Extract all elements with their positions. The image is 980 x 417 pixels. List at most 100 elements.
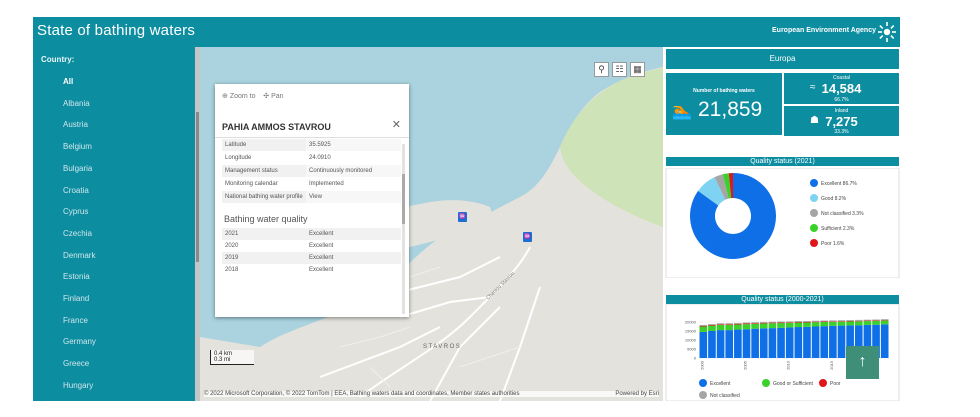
map-view[interactable]: ⚲ ☷ ▦ ♒ ♒ STAVROS ⊕ Zoom to ✣ Pan PAHIA … bbox=[200, 47, 663, 401]
total-value: 21,859 bbox=[698, 98, 763, 121]
bar-segment bbox=[829, 321, 837, 322]
sidebar-scrollbar-thumb[interactable] bbox=[196, 112, 199, 262]
sidebar-item-country[interactable]: Finland bbox=[63, 294, 89, 303]
sidebar-item-country[interactable]: Bulgaria bbox=[63, 164, 92, 173]
property-row: Management status Continuously monitored bbox=[222, 165, 401, 178]
bar-segment bbox=[777, 322, 785, 324]
y-tick-label: 10000 bbox=[685, 338, 697, 343]
legend-swatch bbox=[810, 194, 818, 202]
sidebar-item-country[interactable]: Austria bbox=[63, 120, 88, 129]
property-value: Continuously monitored bbox=[306, 165, 401, 177]
bar-segment bbox=[699, 324, 708, 326]
bar-segment bbox=[768, 323, 777, 329]
sidebar-item-country[interactable]: Belgium bbox=[63, 142, 92, 151]
sidebar-item-country[interactable]: Hungary bbox=[63, 381, 93, 390]
sidebar-item-country[interactable]: Croatia bbox=[63, 186, 89, 195]
scale-bar: 0.4 km 0.3 mi bbox=[210, 350, 254, 365]
quality-row: 2020 Excellent bbox=[222, 240, 401, 252]
bar-segment bbox=[725, 324, 734, 325]
property-row: National bathing water profile View bbox=[222, 191, 401, 204]
legend-swatch bbox=[810, 179, 818, 187]
legend-swatch bbox=[819, 379, 827, 387]
pan-icon[interactable]: ✣ bbox=[263, 93, 269, 100]
popup-title: PAHIA AMMOS STAVROU bbox=[222, 122, 331, 132]
bar-segment bbox=[699, 331, 708, 358]
property-key: National bathing water profile bbox=[222, 191, 306, 203]
swimmer-icon: 🏊 bbox=[672, 103, 692, 120]
bar-segment bbox=[751, 322, 759, 324]
bar-segment bbox=[880, 320, 889, 325]
sidebar-item-country[interactable]: All bbox=[63, 77, 73, 86]
bar-segment bbox=[734, 323, 742, 325]
total-caption: Number of bathing waters bbox=[693, 88, 755, 94]
sidebar-item-country[interactable]: Estonia bbox=[63, 272, 90, 281]
popup-scrollbar[interactable] bbox=[402, 144, 405, 314]
agency-name[interactable]: European Environment Agency bbox=[772, 27, 876, 34]
scroll-to-top-button[interactable]: ↑ bbox=[846, 346, 879, 379]
quality-value: Excellent bbox=[306, 228, 401, 240]
site-popup: ⊕ Zoom to ✣ Pan PAHIA AMMOS STAVROU ✕ La… bbox=[215, 84, 409, 317]
bar-segment bbox=[794, 327, 803, 358]
bar-segment bbox=[699, 325, 708, 327]
sidebar-item-country[interactable]: Denmark bbox=[63, 251, 95, 260]
sidebar-item-country[interactable]: Germany bbox=[63, 337, 96, 346]
quality-year: 2020 bbox=[222, 240, 306, 252]
quality-section-title: Bathing water quality bbox=[224, 214, 308, 224]
bar-segment bbox=[846, 320, 854, 322]
eea-logo-icon[interactable] bbox=[877, 21, 897, 43]
map-search-icon[interactable]: ⚲ bbox=[594, 62, 609, 77]
bar-segment bbox=[837, 320, 846, 322]
close-icon[interactable]: ✕ bbox=[392, 118, 401, 131]
bar-segment bbox=[820, 320, 829, 322]
sidebar-item-country[interactable]: Cyprus bbox=[63, 207, 88, 216]
bar-segment bbox=[768, 321, 777, 323]
coastal-pct: 66.7% bbox=[834, 97, 849, 103]
sidebar-item-country[interactable]: Albania bbox=[63, 99, 90, 108]
pan-link[interactable]: Pan bbox=[271, 93, 283, 100]
bar-segment bbox=[803, 321, 811, 323]
bar-segment bbox=[742, 322, 751, 324]
zoom-to-link[interactable]: Zoom to bbox=[230, 93, 256, 100]
legend-label: Good or Sufficient bbox=[773, 381, 814, 387]
y-tick-label: 20000 bbox=[685, 320, 697, 325]
bar-segment bbox=[734, 322, 742, 324]
bathing-site-icon[interactable]: ♒ bbox=[523, 232, 532, 242]
bar-segment bbox=[785, 322, 794, 323]
property-value: Implemented bbox=[306, 178, 401, 190]
x-tick-label: 2015 bbox=[829, 360, 834, 370]
sidebar-item-country[interactable]: Czechia bbox=[63, 229, 92, 238]
map-attribution: © 2022 Microsoft Corporation, © 2022 Tom… bbox=[204, 391, 659, 397]
bathing-site-icon[interactable]: ♒ bbox=[458, 212, 467, 222]
bar-segment bbox=[794, 322, 803, 328]
legend-label: Good 8.2% bbox=[821, 196, 847, 202]
bar-segment bbox=[837, 321, 846, 326]
bar-segment bbox=[734, 324, 742, 330]
place-label: STAVROS bbox=[423, 344, 462, 350]
legend-swatch bbox=[699, 379, 707, 387]
map-grid-icon[interactable]: ▦ bbox=[630, 62, 645, 77]
map-list-icon[interactable]: ☷ bbox=[612, 62, 627, 77]
app-window: State of bathing waters European Environ… bbox=[33, 17, 900, 401]
sidebar-item-country[interactable]: France bbox=[63, 316, 88, 325]
bar-segment bbox=[829, 321, 837, 326]
quality-year: 2021 bbox=[222, 228, 306, 240]
bar-segment bbox=[716, 324, 725, 325]
bar-segment bbox=[751, 323, 759, 329]
sidebar-item-country[interactable]: Greece bbox=[63, 359, 89, 368]
quality-year: 2018 bbox=[222, 264, 306, 276]
property-key: Longitude bbox=[222, 152, 306, 164]
bar-segment bbox=[725, 330, 734, 358]
bar-segment bbox=[863, 321, 872, 325]
quality-trend-header: Quality status (2000-2021) bbox=[666, 295, 899, 304]
bar-segment bbox=[811, 322, 820, 327]
popup-scrollbar-thumb[interactable] bbox=[402, 174, 405, 224]
property-key: Management status bbox=[222, 165, 306, 177]
zoom-to-icon[interactable]: ⊕ bbox=[222, 93, 228, 100]
bar-segment bbox=[863, 319, 872, 321]
property-value[interactable]: View bbox=[306, 191, 401, 203]
powered-by[interactable]: Powered by Esri bbox=[615, 391, 659, 397]
bar-segment bbox=[768, 322, 777, 324]
legend-label: Sufficient 2.3% bbox=[821, 226, 855, 232]
quality-year: 2019 bbox=[222, 252, 306, 264]
inland-tile: Inland 7,275 33.3% ☗ bbox=[784, 106, 899, 136]
